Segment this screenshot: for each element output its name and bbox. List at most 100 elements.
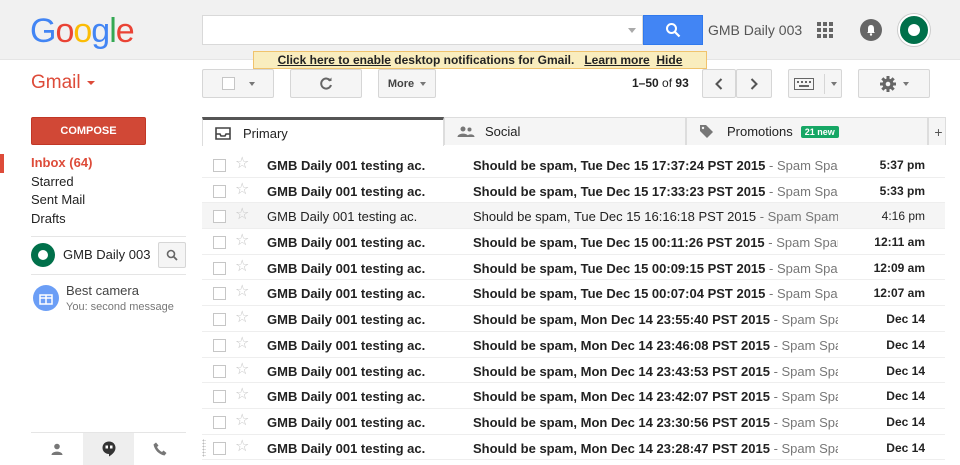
sidebar-item-sent-mail[interactable]: Sent Mail <box>0 191 186 210</box>
row-checkbox[interactable] <box>213 415 226 429</box>
older-button[interactable] <box>736 69 772 98</box>
star-icon[interactable]: ☆ <box>235 258 249 276</box>
contact-name: Best camera <box>66 283 139 298</box>
email-snippet: - Spam Spam <box>773 312 838 328</box>
email-row[interactable]: ☆ GMB Daily 001 testing ac. Should be spam… <box>202 177 945 204</box>
email-date: 4:16 pm <box>881 209 925 224</box>
star-icon[interactable]: ☆ <box>235 412 249 430</box>
google-logo[interactable]: Google <box>30 12 135 51</box>
more-label: More <box>387 77 415 90</box>
star-icon[interactable]: ☆ <box>235 361 249 379</box>
email-row[interactable]: ☆ GMB Daily 001 testing ac. Should be spam… <box>202 152 945 178</box>
hangouts-user-name[interactable]: GMB Daily 003 <box>63 247 150 262</box>
hangouts-footer <box>31 432 186 465</box>
settings-button[interactable] <box>858 69 930 98</box>
phone-tab[interactable] <box>134 433 186 465</box>
email-snippet: - Spam Spam <box>773 414 838 430</box>
refresh-button[interactable] <box>290 69 362 98</box>
email-row[interactable]: ☆ GMB Daily 001 testing ac. Should be spam… <box>202 434 945 461</box>
row-checkbox[interactable] <box>213 210 226 224</box>
row-checkbox[interactable] <box>213 184 226 198</box>
email-date: Dec 14 <box>886 414 925 429</box>
row-checkbox[interactable] <box>213 261 226 275</box>
email-subject-line: Should be spam, Tue Dec 15 00:11:26 PST … <box>473 235 838 250</box>
pager-of: of <box>658 76 676 90</box>
email-subject-line: Should be spam, Tue Dec 15 17:37:24 PST … <box>473 158 838 173</box>
notification-text: desktop notifications for Gmail. <box>390 53 575 67</box>
row-checkbox[interactable] <box>213 313 226 327</box>
row-checkbox[interactable] <box>213 159 226 172</box>
chevron-down-icon[interactable] <box>830 81 837 86</box>
row-checkbox[interactable] <box>213 287 226 301</box>
email-subject: Should be spam, Mon Dec 14 23:43:53 PST … <box>473 363 770 379</box>
email-row[interactable]: ☆ GMB Daily 001 testing ac. Should be spam… <box>202 383 945 409</box>
input-tools-button[interactable] <box>788 69 842 98</box>
notifications-icon[interactable] <box>860 19 882 41</box>
account-name[interactable]: GMB Daily 003 <box>708 22 802 38</box>
apps-icon[interactable] <box>817 22 833 38</box>
email-sender: GMB Daily 001 testing ac. <box>267 389 426 405</box>
email-row[interactable]: ☆ GMB Daily 001 testing ac. Should be spam… <box>202 306 945 332</box>
drag-handle-icon[interactable] <box>202 438 206 457</box>
sidebar-item-starred[interactable]: Starred <box>0 173 186 192</box>
learn-more-link[interactable]: Learn more <box>584 53 649 67</box>
search-input[interactable] <box>202 15 643 45</box>
contacts-tab[interactable] <box>31 433 83 465</box>
email-list: ☆ GMB Daily 001 testing ac. Should be spam… <box>202 152 945 461</box>
email-date: 5:37 pm <box>879 158 925 172</box>
hangouts-contact[interactable]: Best camera You: second message <box>31 283 186 315</box>
pager-range: 1–50 <box>632 76 659 90</box>
email-row[interactable]: ☆ GMB Daily 001 testing ac. Should be spam… <box>202 254 945 281</box>
star-icon[interactable]: ☆ <box>235 335 249 353</box>
star-icon[interactable]: ☆ <box>235 181 249 199</box>
row-checkbox[interactable] <box>213 390 226 404</box>
gmail-app-switcher[interactable]: Gmail <box>31 72 95 94</box>
email-sender: GMB Daily 001 testing ac. <box>267 209 418 225</box>
row-checkbox[interactable] <box>213 236 226 250</box>
email-row[interactable]: ☆ GMB Daily 001 testing ac. Should be spam… <box>202 357 945 384</box>
enable-notifications-link[interactable]: Click here to enable <box>278 53 391 67</box>
email-subject-line: Should be spam, Mon Dec 14 23:46:08 PST … <box>473 338 838 353</box>
tab-label: Promotions <box>727 124 793 139</box>
tab-promotions[interactable]: Promotions 21 new <box>686 117 928 145</box>
desktop-notification-bar: Click here to enable desktop notificatio… <box>253 51 707 69</box>
email-snippet: - Spam Spam <box>773 389 838 405</box>
search-options-caret-icon[interactable] <box>628 28 636 33</box>
sidebar-item-drafts[interactable]: Drafts <box>0 210 186 229</box>
sidebar-item-inbox[interactable]: Inbox (64) <box>0 154 186 173</box>
email-row[interactable]: ☆ GMB Daily 001 testing ac. Should be spam… <box>202 408 945 435</box>
star-icon[interactable]: ☆ <box>235 232 249 250</box>
tab-social[interactable]: Social <box>444 117 686 145</box>
star-icon[interactable]: ☆ <box>235 438 249 456</box>
star-icon[interactable]: ☆ <box>235 155 249 173</box>
compose-button[interactable]: COMPOSE <box>31 117 146 145</box>
category-tabs: Primary Social Promotions 21 new + <box>202 117 946 146</box>
hide-link[interactable]: Hide <box>656 53 682 67</box>
email-snippet: - Spam Spam <box>769 158 838 173</box>
email-row[interactable]: ☆ GMB Daily 001 testing ac. Should be spam… <box>202 203 945 230</box>
account-avatar[interactable] <box>898 14 930 46</box>
row-checkbox[interactable] <box>213 338 226 352</box>
avatar[interactable] <box>31 243 55 267</box>
hangouts-tab[interactable] <box>82 433 135 465</box>
tab-primary[interactable]: Primary <box>202 117 444 146</box>
star-icon[interactable]: ☆ <box>235 309 249 327</box>
star-icon[interactable]: ☆ <box>235 386 249 404</box>
star-icon[interactable]: ☆ <box>235 206 249 224</box>
email-snippet: - Spam Spam <box>769 260 838 276</box>
logo-letter: o <box>55 12 74 50</box>
search-button[interactable] <box>643 15 703 45</box>
more-button[interactable]: More <box>378 69 436 98</box>
select-checkbox-button[interactable] <box>202 69 274 98</box>
hangouts-search-button[interactable] <box>158 242 186 268</box>
add-tab-button[interactable]: + <box>928 117 946 145</box>
keyboard-icon <box>793 77 814 90</box>
email-row[interactable]: ☆ GMB Daily 001 testing ac. Should be spam… <box>202 280 945 307</box>
contact-avatar <box>33 285 59 311</box>
star-icon[interactable]: ☆ <box>235 283 249 301</box>
email-row[interactable]: ☆ GMB Daily 001 testing ac. Should be spam… <box>202 331 945 358</box>
newer-button[interactable] <box>702 69 736 98</box>
email-row[interactable]: ☆ GMB Daily 001 testing ac. Should be spam… <box>202 229 945 255</box>
row-checkbox[interactable] <box>213 441 226 455</box>
row-checkbox[interactable] <box>213 364 226 378</box>
